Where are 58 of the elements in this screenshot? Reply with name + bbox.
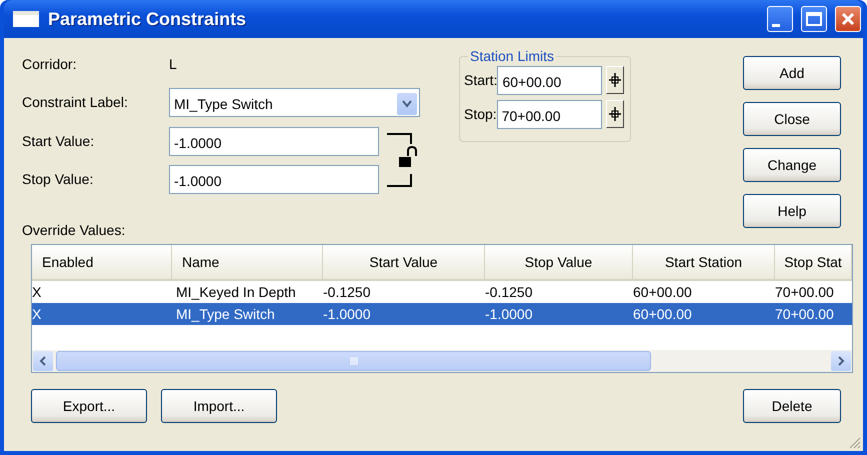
stop-value-field[interactable]: -1.0000 <box>169 164 379 194</box>
table-cell-text: -0.1250 <box>323 283 372 302</box>
field-label: Stop: <box>464 106 497 122</box>
dialog-button[interactable]: Export... <box>31 389 147 423</box>
close-icon <box>841 12 855 26</box>
pick-station-button[interactable] <box>606 66 624 94</box>
table-cell-text: X <box>32 283 42 302</box>
start-station-field[interactable]: 60+00.00 <box>497 66 602 94</box>
stop-station-field[interactable]: 70+00.00 <box>496 100 602 128</box>
column-header[interactable]: Start Station <box>633 245 775 279</box>
scroll-right-icon[interactable] <box>831 351 851 371</box>
column-header[interactable]: Enabled <box>32 245 172 279</box>
chevron-down-icon <box>402 100 412 108</box>
dialog-button[interactable]: Import... <box>161 389 277 423</box>
table-cell-text: 60+00.00 <box>633 305 693 324</box>
section-label: Override Values: <box>22 222 126 240</box>
scroll-left-icon[interactable] <box>33 351 53 371</box>
table-cell-text: -1.0000 <box>323 305 372 324</box>
table-cell-text: -1.0000 <box>485 305 534 324</box>
minimize-button[interactable] <box>767 6 793 32</box>
resize-grip-icon[interactable] <box>849 437 861 449</box>
dialog-button[interactable]: Change <box>743 148 841 182</box>
horizontal-scrollbar[interactable] <box>32 350 852 372</box>
column-header[interactable]: Name <box>172 245 323 279</box>
field-label: Corridor: <box>22 56 78 72</box>
table-cell-text: 70+00.00 <box>775 283 835 302</box>
table-cell-text: -0.1250 <box>485 283 534 302</box>
table-cell-text: 60+00.00 <box>633 283 693 302</box>
maximize-button[interactable] <box>801 6 827 32</box>
dialog-button[interactable]: Delete <box>743 389 841 423</box>
table-cell-text: MI_Type Switch <box>175 305 276 324</box>
dialog-button[interactable]: Help <box>743 194 841 228</box>
pick-station-button[interactable] <box>606 100 624 128</box>
minimize-icon <box>772 24 780 26</box>
column-header[interactable]: Stop Value <box>485 245 633 279</box>
table-row[interactable]: X MI_Type Switch -1.0000 -1.0000 60+00.00 70+00.00 <box>32 303 852 325</box>
group-title: Station Limits <box>468 48 556 64</box>
window-icon <box>12 9 40 29</box>
column-header[interactable]: Stop Stat <box>775 245 852 279</box>
crosshair-icon <box>608 72 622 88</box>
field-label: Start Value: <box>22 133 96 149</box>
constraint-dropdown[interactable]: MI_Type Switch <box>169 88 420 116</box>
start-value-field[interactable]: -1.0000 <box>169 126 379 156</box>
close-button[interactable] <box>835 6 861 32</box>
crosshair-icon <box>608 106 622 122</box>
table-cell-text: X <box>32 305 42 324</box>
dialog-button[interactable]: Close <box>743 102 841 136</box>
corridor-value: L <box>169 56 177 72</box>
field-label: Stop Value: <box>22 171 94 187</box>
scroll-thumb[interactable] <box>56 351 651 371</box>
table-cell-text: MI_Keyed In Depth <box>175 283 297 302</box>
column-header[interactable]: Start Value <box>323 245 485 279</box>
field-label: Constraint Label: <box>22 94 129 110</box>
maximize-icon <box>806 12 822 26</box>
window-title: Parametric Constraints <box>48 8 248 30</box>
dialog-button[interactable]: Add <box>743 56 841 90</box>
table-cell-text: 70+00.00 <box>775 305 835 324</box>
field-label: Start: <box>464 72 498 88</box>
